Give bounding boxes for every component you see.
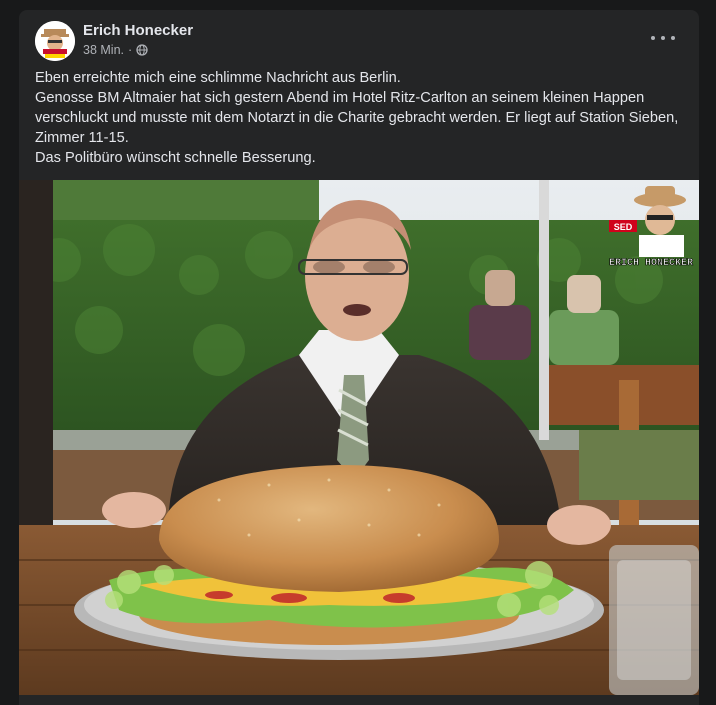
watermark-badge: SED — [614, 222, 633, 232]
avatar-image — [35, 21, 75, 61]
author-avatar[interactable] — [35, 21, 75, 61]
post-meta: 38 Min. · — [83, 43, 148, 57]
globe-icon[interactable] — [136, 44, 148, 56]
post-text-line: Eben erreichte mich eine schlimme Nachri… — [35, 70, 401, 86]
post-timestamp[interactable]: 38 Min. — [83, 43, 124, 57]
meta-separator: · — [128, 43, 133, 57]
burger-photo: SED ERICH HONECKER — [19, 180, 699, 695]
more-options-icon[interactable] — [651, 30, 675, 46]
post-text: Eben erreichte mich eine schlimme Nachri… — [35, 68, 685, 168]
post-text-line: Das Politbüro wünscht schnelle Besserung… — [35, 150, 316, 166]
post-text-line: Genosse BM Altmaier hat sich gestern Abe… — [35, 90, 679, 146]
post-card: Erich Honecker 38 Min. · Eben erreichte … — [19, 10, 699, 705]
watermark-name: ERICH HONECKER — [609, 258, 693, 269]
post-image[interactable]: SED ERICH HONECKER — [19, 180, 699, 695]
author-name[interactable]: Erich Honecker — [83, 22, 193, 39]
